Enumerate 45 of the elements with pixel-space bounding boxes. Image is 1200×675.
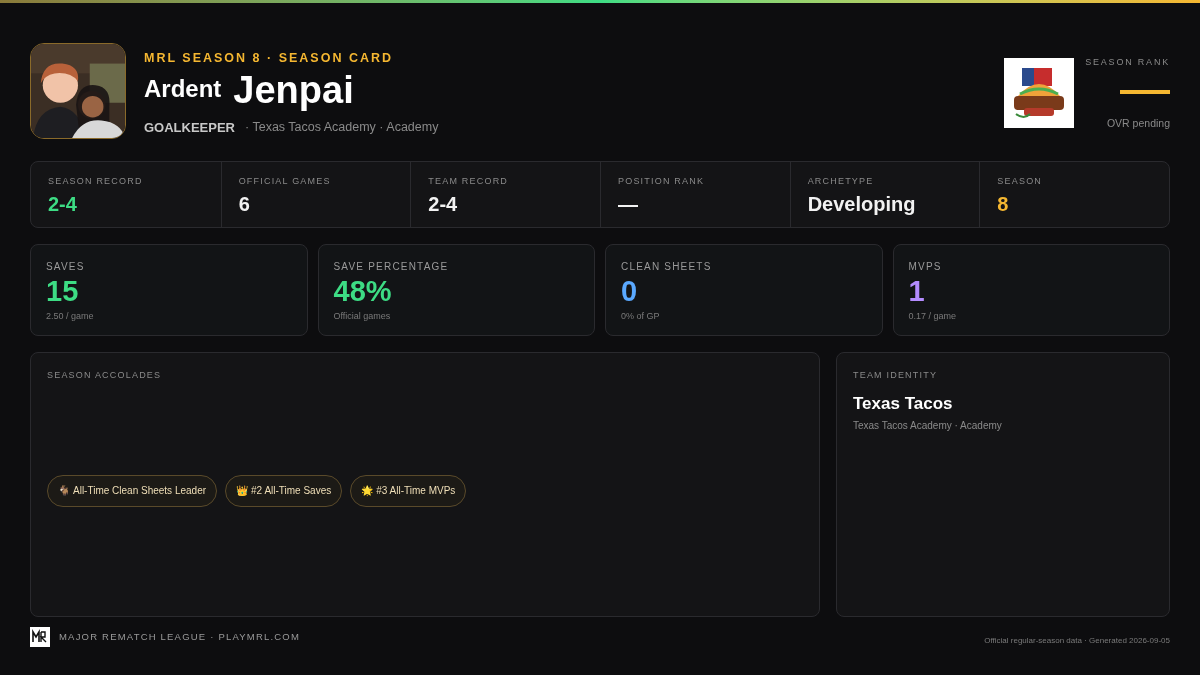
stat-label: SAVE PERCENTAGE [333, 260, 450, 274]
stat-label: MVPS [908, 260, 943, 274]
rank-dash [1120, 89, 1170, 94]
stat-value: 48% [333, 274, 393, 308]
team-name: Texas Tacos [853, 392, 954, 415]
footer-note: Official regular-season data · Generated 2026-09-05 [984, 635, 1170, 647]
summary-label: SEASON RECORD [48, 175, 144, 188]
accolade-icon: 🌟 [361, 483, 374, 498]
accolade-icon: 🐐 [58, 483, 70, 498]
summary-value: 2-4 [48, 191, 78, 217]
season-eyebrow: MRL SEASON 8 · SEASON CARD [144, 50, 394, 66]
stat-subtext: 0.17 / game [908, 310, 958, 323]
player-name: Jenpai [233, 68, 354, 112]
stat-label: SAVES [46, 260, 86, 274]
player-position: GOALKEEPER [144, 119, 235, 137]
panel-title: SEASON ACCOLADES [47, 369, 163, 382]
summary-value: 8 [997, 191, 1010, 217]
panel-title: TEAM IDENTITY [853, 369, 939, 382]
league-logo-icon [30, 627, 50, 647]
summary-label: TEAM RECORD [428, 175, 510, 188]
accolade-text: #2 All-Time Saves [251, 484, 332, 498]
stat-subtext: Official games [333, 310, 392, 323]
league-brand: MAJOR REMATCH LEAGUE · PLAYMRL.COM [59, 629, 301, 644]
stat-subtext: 0% of GP [621, 310, 661, 323]
player-prefix: Ardent [144, 74, 222, 104]
stat-subtext: 2.50 / game [46, 310, 95, 323]
team-subtitle: Texas Tacos Academy · Academy [853, 419, 1003, 433]
summary-value: Developing [807, 191, 917, 217]
summary-label: SEASON [997, 175, 1044, 188]
summary-label: POSITION RANK [618, 175, 706, 188]
stat-label: CLEAN SHEETS [621, 260, 713, 274]
accolade-text: All-Time Clean Sheets Leader [73, 484, 207, 498]
summary-label: OFFICIAL GAMES [238, 175, 332, 188]
stat-value: 0 [621, 274, 639, 308]
rank-note: OVR pending [1106, 115, 1170, 131]
summary-value: 2-4 [428, 191, 459, 217]
team-line: · Texas Tacos Academy · Academy [245, 119, 439, 137]
stat-value: 1 [908, 274, 926, 308]
summary-value: 6 [238, 191, 251, 217]
season-rank-label: SEASON RANK [1085, 56, 1170, 69]
accolade-text: #3 All-Time MVPs [376, 484, 456, 498]
summary-label: ARCHETYPE [807, 175, 875, 188]
accolade-icon: 👑 [236, 483, 249, 498]
stat-value: 15 [46, 274, 80, 308]
summary-value: — [618, 191, 639, 217]
